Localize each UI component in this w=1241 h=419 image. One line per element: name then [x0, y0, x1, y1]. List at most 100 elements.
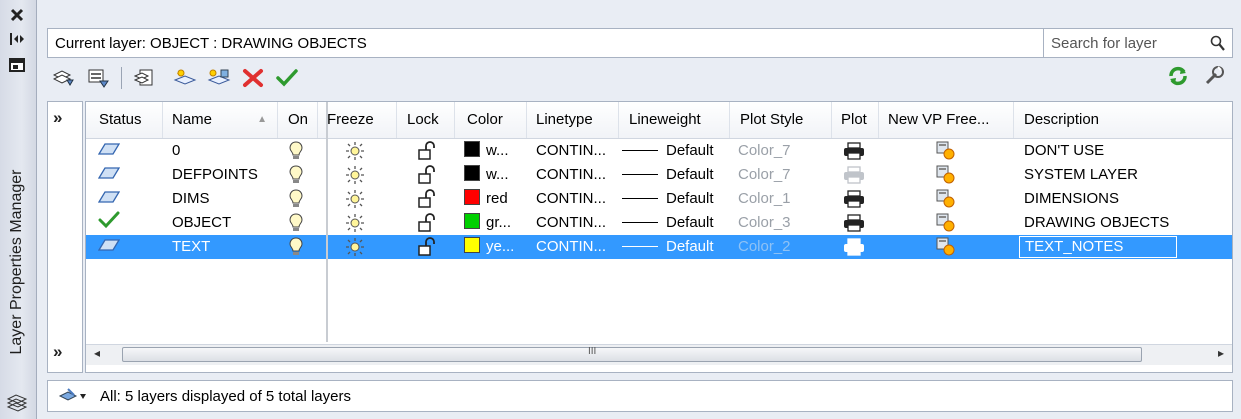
layer-lineweight[interactable]: Default [622, 163, 714, 187]
layer-lineweight[interactable]: Default [622, 187, 714, 211]
layer-on-bulb-icon[interactable] [289, 141, 303, 165]
layer-name[interactable]: TEXT [172, 235, 210, 259]
layer-row[interactable]: DEFPOINTS w... CONTIN... Default Color_7 SYST… [86, 163, 1232, 187]
delete-layer-icon[interactable] [240, 66, 266, 90]
new-property-filter-icon[interactable] [51, 66, 77, 90]
layer-description[interactable]: DRAWING OBJECTS [1024, 211, 1169, 235]
column-header-color[interactable]: Color [455, 102, 527, 138]
column-header-linetype[interactable]: Linetype [527, 102, 619, 138]
scroll-right-icon[interactable]: ▸ [1218, 346, 1224, 360]
layer-states-manager-icon[interactable] [132, 66, 158, 90]
layer-color[interactable]: w... [464, 163, 509, 187]
settings-wrench-icon[interactable] [1201, 64, 1227, 88]
column-header-plot-style[interactable]: Plot Style [730, 102, 832, 138]
layer-status-icon[interactable] [98, 211, 120, 235]
layer-status-icon[interactable] [98, 235, 120, 259]
current-layer-label: Current layer: OBJECT : DRAWING OBJECTS [55, 34, 367, 52]
invert-filter-icon[interactable] [58, 386, 88, 406]
column-header-new-vp-freeze[interactable]: New VP Free... [879, 102, 1014, 138]
layer-lineweight[interactable]: Default [622, 211, 714, 235]
color-swatch [464, 213, 480, 229]
new-group-filter-icon[interactable] [85, 66, 111, 90]
layer-linetype[interactable]: CONTIN... [536, 211, 606, 235]
layer-status-icon[interactable] [98, 187, 120, 211]
column-header-lineweight[interactable]: Lineweight [619, 102, 730, 138]
layer-on-bulb-icon[interactable] [289, 237, 303, 261]
layer-status-icon[interactable] [98, 163, 120, 187]
expand-filter-tree-button[interactable]: » [53, 108, 62, 128]
scroll-left-icon[interactable]: ◂ [94, 346, 100, 360]
layer-lock-icon[interactable] [418, 213, 436, 237]
new-layer-icon[interactable] [172, 66, 198, 90]
layer-row[interactable]: TEXT ye... CONTIN... Default Color_2 TEXT_NOT… [86, 235, 1232, 259]
autohide-icon[interactable] [4, 28, 30, 50]
expand-filter-tree-bottom-button[interactable]: » [53, 342, 62, 362]
layer-row[interactable]: OBJECT gr... CONTIN... Default Color_3 DRAWIN… [86, 211, 1232, 235]
color-swatch [464, 237, 480, 253]
layer-row[interactable]: 0 w... CONTIN... Default Color_7 DON'T USE [86, 139, 1232, 163]
column-header-lock[interactable]: Lock [397, 102, 455, 138]
layer-name[interactable]: OBJECT [172, 211, 231, 235]
layer-freeze-sun-icon[interactable] [344, 189, 366, 213]
layer-vp-freeze-icon[interactable] [936, 213, 956, 237]
layer-lineweight[interactable]: Default [622, 235, 714, 259]
properties-menu-icon[interactable] [4, 54, 30, 76]
horizontal-scrollbar[interactable]: ◂ III ▸ [86, 344, 1232, 365]
palette-title: Layer Properties Manager [8, 169, 25, 355]
layer-vp-freeze-icon[interactable] [936, 141, 956, 165]
layer-linetype[interactable]: CONTIN... [536, 139, 606, 163]
scrollbar-thumb[interactable]: III [122, 346, 1142, 362]
layer-color[interactable]: red [464, 187, 508, 211]
layer-name[interactable]: DIMS [172, 187, 210, 211]
search-placeholder: Search for layer [1051, 34, 1157, 52]
layer-description: TEXT_NOTES [1025, 238, 1124, 255]
layer-lock-icon[interactable] [418, 141, 436, 165]
color-swatch [464, 189, 480, 205]
column-splitter[interactable] [326, 102, 328, 342]
layer-vp-freeze-icon[interactable] [936, 189, 956, 213]
layer-freeze-sun-icon[interactable] [344, 213, 366, 237]
layer-description[interactable]: DON'T USE [1024, 139, 1104, 163]
layer-vp-freeze-icon[interactable] [936, 237, 956, 261]
refresh-icon[interactable] [1165, 64, 1191, 88]
layer-on-bulb-icon[interactable] [289, 189, 303, 213]
layer-name[interactable]: DEFPOINTS [172, 163, 258, 187]
layer-linetype[interactable]: CONTIN... [536, 235, 606, 259]
layer-row[interactable]: DIMS red CONTIN... Default Color_1 DIMENSIONS [86, 187, 1232, 211]
column-header-plot[interactable]: Plot [832, 102, 879, 138]
layer-plot-style: Color_7 [738, 166, 791, 183]
layer-lock-icon[interactable] [418, 189, 436, 213]
description-edit-field[interactable]: TEXT_NOTES [1019, 236, 1177, 258]
layer-lineweight-label: Default [666, 238, 714, 255]
layer-lineweight[interactable]: Default [622, 139, 714, 163]
layer-lock-icon[interactable] [418, 237, 436, 261]
layer-plot-style: Color_1 [738, 190, 791, 207]
close-icon[interactable] [4, 4, 30, 26]
layer-on-bulb-icon[interactable] [289, 165, 303, 189]
column-header-name[interactable]: Name ▲ [163, 102, 278, 138]
column-header-on[interactable]: On [278, 102, 318, 138]
layer-freeze-sun-icon[interactable] [344, 141, 366, 165]
status-bar: All: 5 layers displayed of 5 total layer… [47, 380, 1233, 412]
layer-color[interactable]: ye... [464, 235, 514, 259]
layer-status-icon[interactable] [98, 139, 120, 163]
layer-freeze-sun-icon[interactable] [344, 165, 366, 189]
layer-linetype[interactable]: CONTIN... [536, 187, 606, 211]
layer-plot-printer-icon[interactable] [843, 238, 865, 262]
search-input[interactable]: Search for layer [1043, 28, 1233, 58]
layer-color[interactable]: gr... [464, 211, 511, 235]
layer-linetype[interactable]: CONTIN... [536, 163, 606, 187]
new-layer-vp-frozen-icon[interactable] [206, 66, 232, 90]
layer-description[interactable]: SYSTEM LAYER [1024, 163, 1138, 187]
set-current-icon[interactable] [274, 66, 300, 90]
layer-description[interactable]: DIMENSIONS [1024, 187, 1119, 211]
layer-color[interactable]: w... [464, 139, 509, 163]
layer-name[interactable]: 0 [172, 139, 180, 163]
column-header-freeze[interactable]: Freeze [318, 102, 397, 138]
layer-vp-freeze-icon[interactable] [936, 165, 956, 189]
column-header-description[interactable]: Description [1014, 102, 1232, 138]
column-header-status[interactable]: Status [86, 102, 163, 138]
layer-on-bulb-icon[interactable] [289, 213, 303, 237]
layer-lock-icon[interactable] [418, 165, 436, 189]
layer-freeze-sun-icon[interactable] [344, 237, 366, 261]
